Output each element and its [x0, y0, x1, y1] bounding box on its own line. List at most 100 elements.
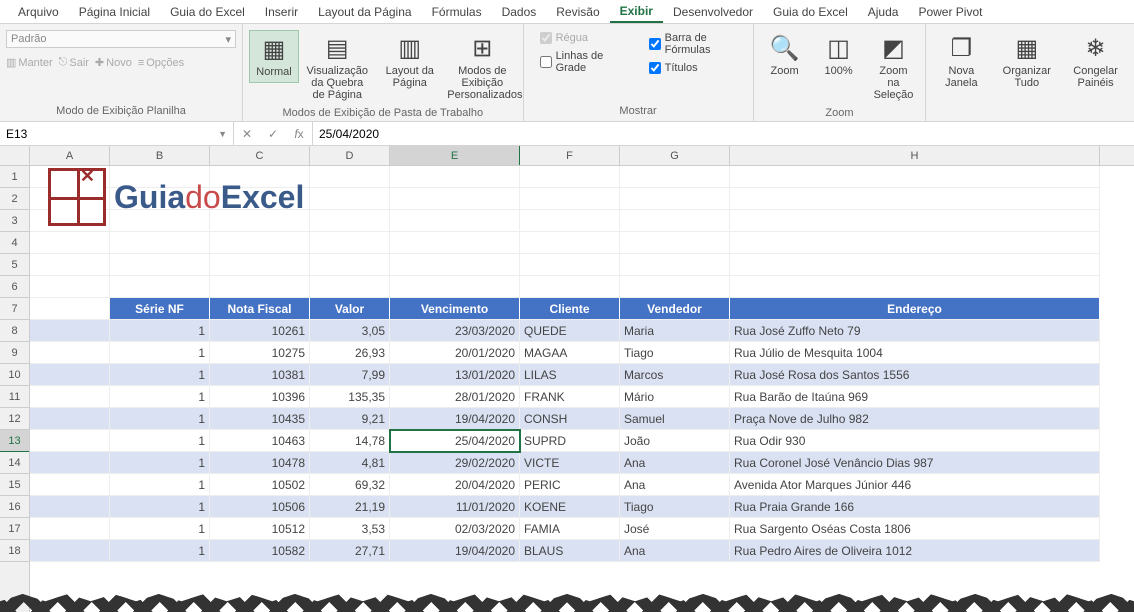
col-header-D[interactable]: D	[310, 146, 390, 165]
zoom-selection-button[interactable]: ◩ Zoom na Seleção	[868, 30, 920, 105]
new-button[interactable]: ✚ Novo	[95, 56, 132, 69]
cell[interactable]: Rua Júlio de Mesquita 1004	[730, 342, 1100, 364]
row-header-15[interactable]: 15	[0, 474, 29, 496]
row-header-2[interactable]: 2	[0, 188, 29, 210]
row-header-14[interactable]: 14	[0, 452, 29, 474]
zoom-100-button[interactable]: ◫ 100%	[814, 30, 864, 81]
fx-icon[interactable]: fx	[286, 127, 312, 141]
col-header-G[interactable]: G	[620, 146, 730, 165]
cell[interactable]: SUPRD	[520, 430, 620, 452]
menu-página-inicial[interactable]: Página Inicial	[69, 2, 160, 22]
cell[interactable]: José	[620, 518, 730, 540]
cell[interactable]: PERIC	[520, 474, 620, 496]
cell[interactable]: 14,78	[310, 430, 390, 452]
cell[interactable]: 20/04/2020	[390, 474, 520, 496]
formula-input[interactable]	[319, 127, 1128, 141]
row-header-1[interactable]: 1	[0, 166, 29, 188]
cell[interactable]: Maria	[620, 320, 730, 342]
cell[interactable]: 3,05	[310, 320, 390, 342]
menu-guia-do-excel[interactable]: Guia do Excel	[160, 2, 255, 22]
cell[interactable]: Praça Nove de Julho 982	[730, 408, 1100, 430]
col-header-B[interactable]: B	[110, 146, 210, 165]
ruler-checkbox[interactable]: Régua	[540, 30, 629, 46]
cell[interactable]: 10478	[210, 452, 310, 474]
cell[interactable]: 1	[110, 452, 210, 474]
menu-layout-da-página[interactable]: Layout da Página	[308, 2, 421, 22]
table-header[interactable]: Nota Fiscal	[210, 298, 310, 320]
cell[interactable]: 1	[110, 386, 210, 408]
cell[interactable]: 19/04/2020	[390, 408, 520, 430]
cell[interactable]: 1	[110, 342, 210, 364]
row-header-6[interactable]: 6	[0, 276, 29, 298]
gridlines-checkbox[interactable]: Linhas de Grade	[540, 48, 629, 76]
style-combo[interactable]: Padrão ▾	[6, 30, 236, 48]
cell[interactable]: 1	[110, 320, 210, 342]
zoom-button[interactable]: 🔍 Zoom	[760, 30, 810, 81]
cell[interactable]: 1	[110, 408, 210, 430]
cell[interactable]: FAMIA	[520, 518, 620, 540]
row-header-9[interactable]: 9	[0, 342, 29, 364]
row-header-12[interactable]: 12	[0, 408, 29, 430]
row-header-8[interactable]: 8	[0, 320, 29, 342]
formula-bar-checkbox[interactable]: Barra de Fórmulas	[649, 30, 747, 58]
cell[interactable]: 23/03/2020	[390, 320, 520, 342]
cell[interactable]: 10512	[210, 518, 310, 540]
cell[interactable]: 1	[110, 518, 210, 540]
cell[interactable]: Rua Pedro Aires de Oliveira 1012	[730, 540, 1100, 562]
col-header-F[interactable]: F	[520, 146, 620, 165]
cell[interactable]: 25/04/2020	[390, 430, 520, 452]
cell[interactable]: Tiago	[620, 342, 730, 364]
cell[interactable]: Rua Odir 930	[730, 430, 1100, 452]
row-header-11[interactable]: 11	[0, 386, 29, 408]
cell[interactable]: 10435	[210, 408, 310, 430]
cell[interactable]: Ana	[620, 452, 730, 474]
cell[interactable]: 26,93	[310, 342, 390, 364]
cell[interactable]: 1	[110, 430, 210, 452]
table-header[interactable]: Endereço	[730, 298, 1100, 320]
cell[interactable]: 28/01/2020	[390, 386, 520, 408]
cell[interactable]: CONSH	[520, 408, 620, 430]
row-header-7[interactable]: 7	[0, 298, 29, 320]
cell[interactable]: 10261	[210, 320, 310, 342]
row-header-18[interactable]: 18	[0, 540, 29, 562]
cell[interactable]: BLAUS	[520, 540, 620, 562]
cell[interactable]: KOENE	[520, 496, 620, 518]
cell[interactable]: Mário	[620, 386, 730, 408]
cell[interactable]: 10275	[210, 342, 310, 364]
row-header-5[interactable]: 5	[0, 254, 29, 276]
table-header[interactable]: Cliente	[520, 298, 620, 320]
col-header-A[interactable]: A	[30, 146, 110, 165]
cell[interactable]: 10396	[210, 386, 310, 408]
cell[interactable]: Rua José Rosa dos Santos 1556	[730, 364, 1100, 386]
menu-desenvolvedor[interactable]: Desenvolvedor	[663, 2, 763, 22]
menu-dados[interactable]: Dados	[492, 2, 547, 22]
cell[interactable]: 69,32	[310, 474, 390, 496]
page-break-preview-button[interactable]: ▤ Visualização da Quebra de Página	[303, 30, 372, 105]
page-layout-button[interactable]: ▥ Layout da Página	[376, 30, 445, 93]
cell[interactable]: Tiago	[620, 496, 730, 518]
cell[interactable]: 20/01/2020	[390, 342, 520, 364]
arrange-all-button[interactable]: ▦ Organizar Tudo	[994, 30, 1059, 93]
cell[interactable]: João	[620, 430, 730, 452]
menu-revisão[interactable]: Revisão	[546, 2, 609, 22]
cell[interactable]: Ana	[620, 474, 730, 496]
cell[interactable]: 4,81	[310, 452, 390, 474]
cell[interactable]: LILAS	[520, 364, 620, 386]
cell[interactable]: Rua José Zuffo Neto 79	[730, 320, 1100, 342]
custom-views-button[interactable]: ⊞ Modos de Exibição Personalizados	[448, 30, 517, 105]
row-header-16[interactable]: 16	[0, 496, 29, 518]
table-header[interactable]: Vendedor	[620, 298, 730, 320]
name-box[interactable]: ▼	[0, 122, 234, 145]
cell[interactable]: 10582	[210, 540, 310, 562]
select-all-corner[interactable]	[0, 146, 29, 166]
row-header-13[interactable]: 13	[0, 430, 29, 452]
cell[interactable]: 13/01/2020	[390, 364, 520, 386]
menu-guia-do-excel[interactable]: Guia do Excel	[763, 2, 858, 22]
cell[interactable]: VICTE	[520, 452, 620, 474]
cell[interactable]: 9,21	[310, 408, 390, 430]
cell[interactable]: QUEDE	[520, 320, 620, 342]
accept-formula-icon[interactable]: ✓	[260, 127, 286, 141]
cell[interactable]: 10506	[210, 496, 310, 518]
menu-ajuda[interactable]: Ajuda	[858, 2, 909, 22]
menu-arquivo[interactable]: Arquivo	[8, 2, 69, 22]
